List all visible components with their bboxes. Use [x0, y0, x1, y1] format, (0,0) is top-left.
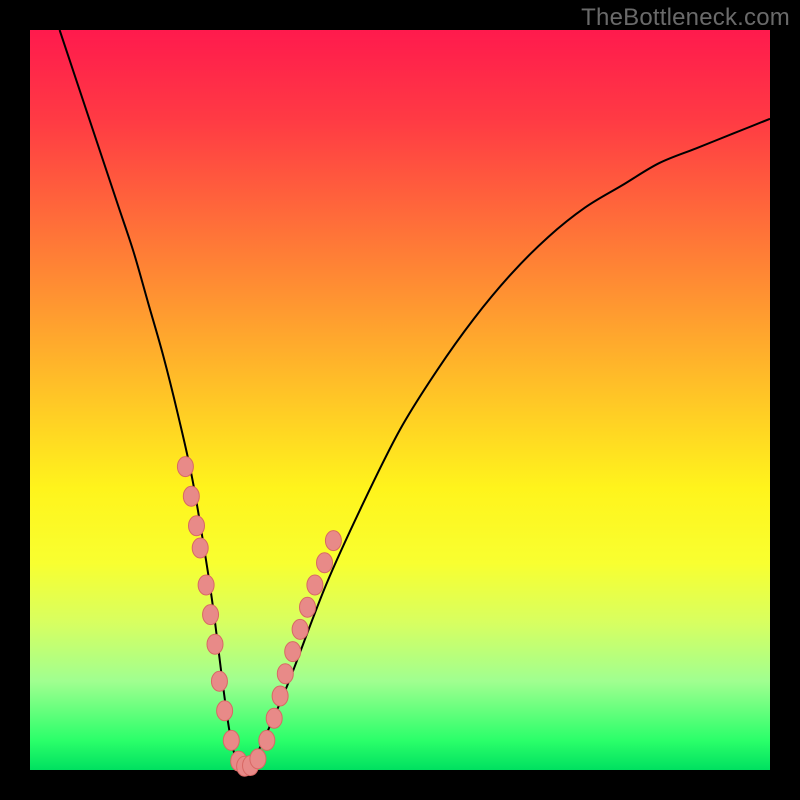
marker-bead [198, 575, 214, 595]
marker-bead [211, 671, 227, 691]
plot-area [30, 30, 770, 770]
marker-bead [285, 642, 301, 662]
bottleneck-curve [60, 30, 770, 770]
marker-bead [272, 686, 288, 706]
marker-bead [183, 486, 199, 506]
marker-cluster [177, 457, 341, 777]
chart-frame: TheBottleneck.com [0, 0, 800, 800]
curve-svg [30, 30, 770, 770]
marker-bead [292, 619, 308, 639]
marker-bead [259, 730, 275, 750]
marker-bead [277, 664, 293, 684]
marker-bead [203, 605, 219, 625]
marker-bead [177, 457, 193, 477]
marker-bead [189, 516, 205, 536]
marker-bead [250, 749, 266, 769]
marker-bead [307, 575, 323, 595]
marker-bead [300, 597, 316, 617]
marker-bead [325, 531, 341, 551]
marker-bead [317, 553, 333, 573]
marker-bead [207, 634, 223, 654]
marker-bead [223, 730, 239, 750]
marker-bead [266, 708, 282, 728]
marker-bead [217, 701, 233, 721]
marker-bead [192, 538, 208, 558]
watermark-text: TheBottleneck.com [581, 4, 790, 32]
